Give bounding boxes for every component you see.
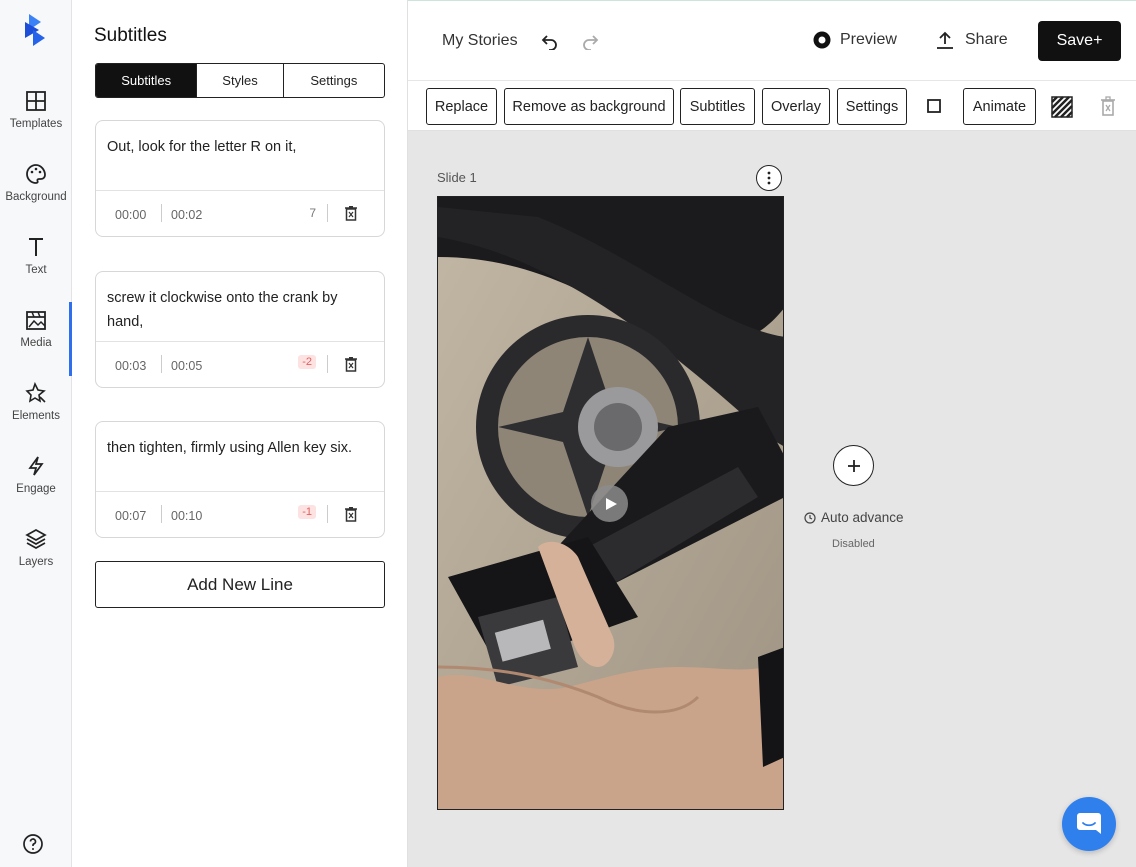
- animate-button[interactable]: Animate: [963, 88, 1036, 125]
- more-vertical-icon: [767, 171, 771, 185]
- subtitle-line: then tighten, firmly using Allen key six…: [95, 421, 385, 538]
- add-slide-button[interactable]: [833, 445, 874, 486]
- chat-icon: [1077, 813, 1101, 834]
- delete-icon[interactable]: [1100, 96, 1116, 116]
- rail-label: Templates: [9, 118, 63, 130]
- trash-icon[interactable]: [344, 205, 358, 221]
- rail-item-layers[interactable]: Layers: [0, 522, 72, 582]
- share-button[interactable]: Share: [935, 30, 1008, 50]
- divider: [161, 505, 162, 523]
- end-time[interactable]: 00:05: [171, 359, 202, 373]
- subtitle-text[interactable]: screw it clockwise onto the crank by han…: [96, 272, 384, 342]
- preview-label: Preview: [840, 31, 897, 48]
- auto-advance-toggle[interactable]: Auto advance: [804, 510, 904, 525]
- preview-button[interactable]: Preview: [812, 30, 897, 50]
- tab-settings[interactable]: Settings: [284, 64, 384, 97]
- subtitles-button[interactable]: Subtitles: [680, 88, 755, 125]
- rail-label: Elements: [12, 410, 60, 422]
- app-logo-icon[interactable]: [21, 14, 47, 46]
- settings-button[interactable]: Settings: [837, 88, 907, 125]
- start-time[interactable]: 00:03: [115, 359, 146, 373]
- upload-icon: [937, 31, 953, 49]
- subtitle-text[interactable]: then tighten, firmly using Allen key six…: [96, 422, 384, 492]
- overlay-button[interactable]: Overlay: [762, 88, 830, 125]
- start-time[interactable]: 00:00: [115, 208, 146, 222]
- share-label: Share: [965, 31, 1008, 48]
- rail-item-elements[interactable]: Elements: [0, 376, 72, 436]
- subtitle-timing: 00:03 00:05 -2: [96, 342, 384, 387]
- rail-label: Media: [20, 337, 52, 349]
- text-icon: [29, 238, 43, 256]
- char-count-badge: 7: [309, 206, 316, 220]
- clock-icon: [804, 511, 816, 524]
- rail-item-templates[interactable]: Templates: [0, 84, 72, 144]
- slide-menu-button[interactable]: [756, 165, 782, 191]
- end-time[interactable]: 00:10: [171, 509, 202, 523]
- panel-tabs: Subtitles Styles Settings: [95, 63, 385, 98]
- char-count-badge: -2: [298, 355, 316, 369]
- templates-icon: [26, 91, 46, 111]
- play-button[interactable]: [591, 485, 628, 522]
- rail-label: Text: [25, 264, 47, 276]
- subtitle-text[interactable]: Out, look for the letter R on it,: [96, 121, 384, 191]
- transparency-icon[interactable]: [1051, 96, 1073, 118]
- undo-icon[interactable]: [541, 32, 559, 50]
- rail-item-background[interactable]: Background: [0, 157, 72, 217]
- redo-icon[interactable]: [581, 32, 599, 50]
- replace-button[interactable]: Replace: [426, 88, 497, 125]
- rail-item-media[interactable]: Media: [0, 302, 72, 376]
- tab-styles[interactable]: Styles: [197, 64, 284, 97]
- media-icon: [26, 311, 46, 330]
- left-rail: Templates Background Text Media Elements…: [0, 0, 72, 867]
- slide-label: Slide 1: [437, 170, 477, 185]
- layers-icon: [25, 529, 47, 549]
- chat-support-button[interactable]: [1062, 797, 1116, 851]
- remove-as-background-button[interactable]: Remove as background: [504, 88, 674, 125]
- divider: [161, 204, 162, 222]
- start-time[interactable]: 00:07: [115, 509, 146, 523]
- tab-subtitles[interactable]: Subtitles: [96, 64, 198, 97]
- rail-label: Background: [5, 191, 67, 203]
- palette-icon: [26, 164, 46, 184]
- rail-label: Engage: [16, 483, 56, 495]
- divider: [161, 355, 162, 373]
- subtitle-line: screw it clockwise onto the crank by han…: [95, 271, 385, 388]
- elements-icon: [25, 382, 46, 403]
- subtitles-panel: Subtitles Subtitles Styles Settings Out,…: [72, 0, 408, 867]
- subtitle-timing: 00:07 00:10 -1: [96, 492, 384, 537]
- rail-label: Layers: [18, 556, 54, 568]
- panel-title: Subtitles: [94, 25, 167, 46]
- play-icon: [606, 497, 617, 510]
- divider: [327, 505, 328, 523]
- top-bar: My Stories Preview Share Save+: [408, 0, 1136, 81]
- save-button[interactable]: Save+: [1038, 21, 1121, 61]
- subtitle-line: Out, look for the letter R on it, 00:00 …: [95, 120, 385, 237]
- plus-icon: [847, 459, 860, 472]
- divider: [327, 355, 328, 373]
- help-icon[interactable]: [22, 833, 44, 855]
- rail-item-engage[interactable]: Engage: [0, 449, 72, 509]
- my-stories-link[interactable]: My Stories: [442, 32, 518, 50]
- trash-icon[interactable]: [344, 506, 358, 522]
- border-icon[interactable]: [927, 99, 941, 113]
- eye-icon: [813, 31, 831, 49]
- divider: [327, 204, 328, 222]
- char-count-badge: -1: [298, 505, 316, 519]
- subtitle-timing: 00:00 00:02 7: [96, 191, 384, 236]
- bolt-icon: [28, 456, 44, 476]
- end-time[interactable]: 00:02: [171, 208, 202, 222]
- trash-icon[interactable]: [344, 356, 358, 372]
- media-toolbar: Replace Remove as background Subtitles O…: [408, 81, 1136, 131]
- auto-advance-label: Auto advance: [821, 510, 904, 525]
- auto-advance-status: Disabled: [832, 538, 875, 550]
- rail-item-text[interactable]: Text: [0, 230, 72, 290]
- add-new-line-button[interactable]: Add New Line: [95, 561, 385, 608]
